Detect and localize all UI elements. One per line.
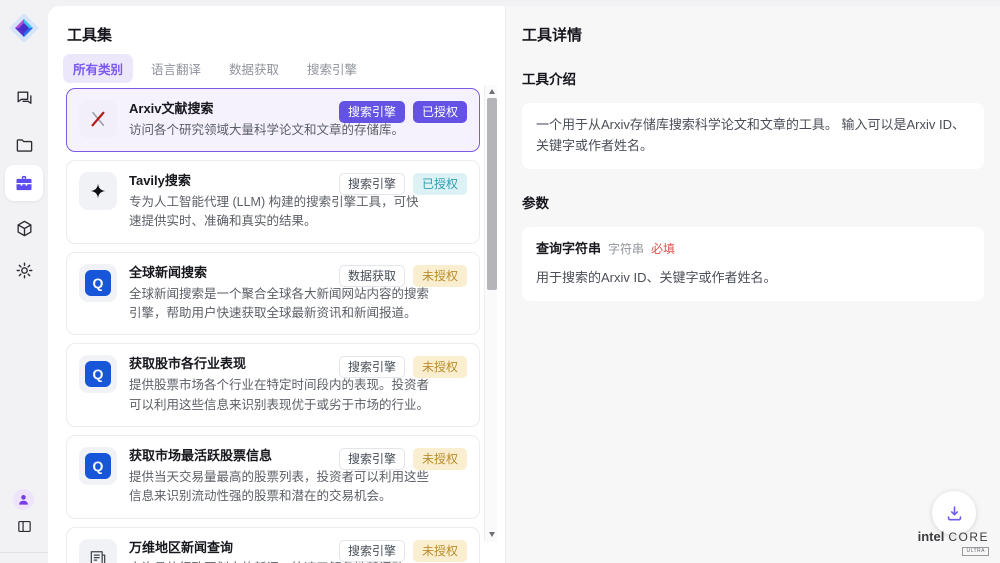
app-logo-icon — [8, 12, 40, 44]
status-badge: 未授权 — [413, 448, 467, 470]
intel-core-logo: intelCORE ULTRA — [918, 528, 989, 556]
tool-badges: 搜索引擎 未授权 — [339, 356, 467, 378]
download-icon — [945, 504, 964, 523]
tool-badges: 搜索引擎 未授权 — [339, 540, 467, 562]
tool-badges: 搜索引擎 已授权 — [339, 173, 467, 195]
scroll-up-arrow-icon[interactable] — [485, 85, 498, 97]
tool-detail-panel: 工具详情 工具介绍 一个用于从Arxiv存储库搜索科学论文和文章的工具。 输入可… — [505, 6, 1000, 563]
tool-description: 提供当天交易量最高的股票列表，投资者可以利用这些信息来识别流动性强的股票和潜在的… — [129, 468, 429, 507]
tool-description: 专为人工智能代理 (LLM) 构建的搜索引擎工具，可快速提供实时、准确和真实的结… — [129, 193, 429, 232]
tab-data-acquisition[interactable]: 数据获取 — [219, 54, 289, 83]
nav-cube-icon[interactable] — [4, 216, 44, 240]
global-news-q-icon: Q — [79, 355, 117, 393]
page-title: 工具集 — [67, 24, 112, 45]
category-badge: 数据获取 — [339, 265, 405, 287]
scrollbar-thumb[interactable] — [487, 98, 497, 290]
detail-title: 工具详情 — [522, 24, 984, 45]
intro-text: 一个用于从Arxiv存储库搜索科学论文和文章的工具。 输入可以是Arxiv ID… — [536, 117, 965, 153]
arxiv-x-icon — [79, 100, 117, 138]
tool-badges: 数据获取 未授权 — [339, 265, 467, 287]
brand-ultra-badge: ULTRA — [962, 547, 989, 556]
tool-card-arxiv[interactable]: Arxiv文献搜索 访问各个研究领域大量科学论文和文章的存储库。 搜索引擎 已授… — [66, 88, 480, 152]
tool-description: 访问各个研究领域大量科学论文和文章的存储库。 — [129, 121, 404, 140]
panel-toggle-icon[interactable] — [4, 514, 44, 538]
status-badge: 已授权 — [413, 173, 467, 195]
tool-badges: 搜索引擎 已授权 — [339, 101, 467, 123]
category-badge: 搜索引擎 — [339, 356, 405, 378]
category-badge: 搜索引擎 — [339, 448, 405, 470]
tool-list-panel: 工具集 所有类别 语言翻译 数据获取 搜索引擎 A — [48, 6, 505, 563]
app-screen: 工具集 所有类别 语言翻译 数据获取 搜索引擎 A — [0, 0, 1000, 563]
rail-divider — [0, 552, 48, 553]
status-badge: 未授权 — [413, 356, 467, 378]
tool-card-global-news[interactable]: Q 全球新闻搜索 全球新闻搜索是一个聚合全球各大新闻网站内容的搜索引擎，帮助用户… — [66, 252, 480, 336]
tool-card-sector-performance[interactable]: Q 获取股市各行业表现 提供股票市场各个行业在特定时间段内的表现。投资者可以利用… — [66, 343, 480, 427]
newspaper-icon — [79, 539, 117, 563]
scrollbar[interactable] — [484, 85, 497, 542]
param-name: 查询字符串 — [536, 239, 601, 260]
brand-core: CORE — [948, 530, 989, 544]
nav-chat-icon[interactable] — [4, 86, 44, 110]
param-description: 用于搜索的Arxiv ID、关键字或作者姓名。 — [536, 268, 970, 289]
param-card: 查询字符串 字符串 必填 用于搜索的Arxiv ID、关键字或作者姓名。 — [522, 227, 984, 302]
left-nav-rail — [0, 0, 48, 563]
category-badge: 搜索引擎 — [339, 173, 405, 195]
tool-card-active-stocks[interactable]: Q 获取市场最活跃股票信息 提供当天交易量最高的股票列表，投资者可以利用这些信息… — [66, 435, 480, 519]
status-badge: 未授权 — [413, 540, 467, 562]
tab-language-translation[interactable]: 语言翻译 — [141, 54, 211, 83]
tool-description: 全球新闻搜索是一个聚合全球各大新闻网站内容的搜索引擎，帮助用户快速获取全球最新资… — [129, 285, 429, 324]
nav-settings-gear-icon[interactable] — [4, 258, 44, 282]
nav-toolbox-icon[interactable] — [5, 165, 43, 201]
sparkle-icon — [79, 172, 117, 210]
global-news-q-icon: Q — [79, 447, 117, 485]
category-badge: 搜索引擎 — [339, 101, 405, 123]
scroll-down-arrow-icon[interactable] — [485, 528, 498, 540]
category-badge: 搜索引擎 — [339, 540, 405, 562]
intro-heading: 工具介绍 — [522, 68, 984, 88]
global-news-q-icon: Q — [79, 264, 117, 302]
params-heading: 参数 — [522, 192, 984, 212]
status-badge: 已授权 — [413, 101, 467, 123]
main-content: 工具集 所有类别 语言翻译 数据获取 搜索引擎 A — [48, 6, 1000, 563]
tool-list: Arxiv文献搜索 访问各个研究领域大量科学论文和文章的存储库。 搜索引擎 已授… — [66, 88, 480, 563]
tool-card-tavily[interactable]: Tavily搜索 专为人工智能代理 (LLM) 构建的搜索引擎工具，可快速提供实… — [66, 160, 480, 244]
q-logo: Q — [85, 361, 111, 387]
nav-folder-icon[interactable] — [4, 133, 44, 157]
intro-card: 一个用于从Arxiv存储库搜索科学论文和文章的工具。 输入可以是Arxiv ID… — [522, 103, 984, 169]
q-logo: Q — [85, 453, 111, 479]
tool-badges: 搜索引擎 未授权 — [339, 448, 467, 470]
tool-description: 提供股票市场各个行业在特定时间段内的表现。投资者可以利用这些信息来识别表现优于或… — [129, 376, 429, 415]
param-type: 字符串 — [608, 240, 644, 259]
status-badge: 未授权 — [413, 265, 467, 287]
tab-all-categories[interactable]: 所有类别 — [63, 54, 133, 83]
tool-card-regional-news[interactable]: 万维地区新闻查询 查询具体行政区划内的新闻，快速了解各地新闻动 搜索引擎 未授权 — [66, 527, 480, 563]
brand-intel: intel — [918, 529, 945, 544]
tab-search-engine[interactable]: 搜索引擎 — [297, 54, 367, 83]
category-tabs: 所有类别 语言翻译 数据获取 搜索引擎 — [63, 54, 367, 83]
user-avatar[interactable] — [13, 489, 34, 510]
param-header-row: 查询字符串 字符串 必填 — [536, 239, 970, 260]
param-required-badge: 必填 — [651, 240, 675, 259]
q-logo: Q — [85, 270, 111, 296]
